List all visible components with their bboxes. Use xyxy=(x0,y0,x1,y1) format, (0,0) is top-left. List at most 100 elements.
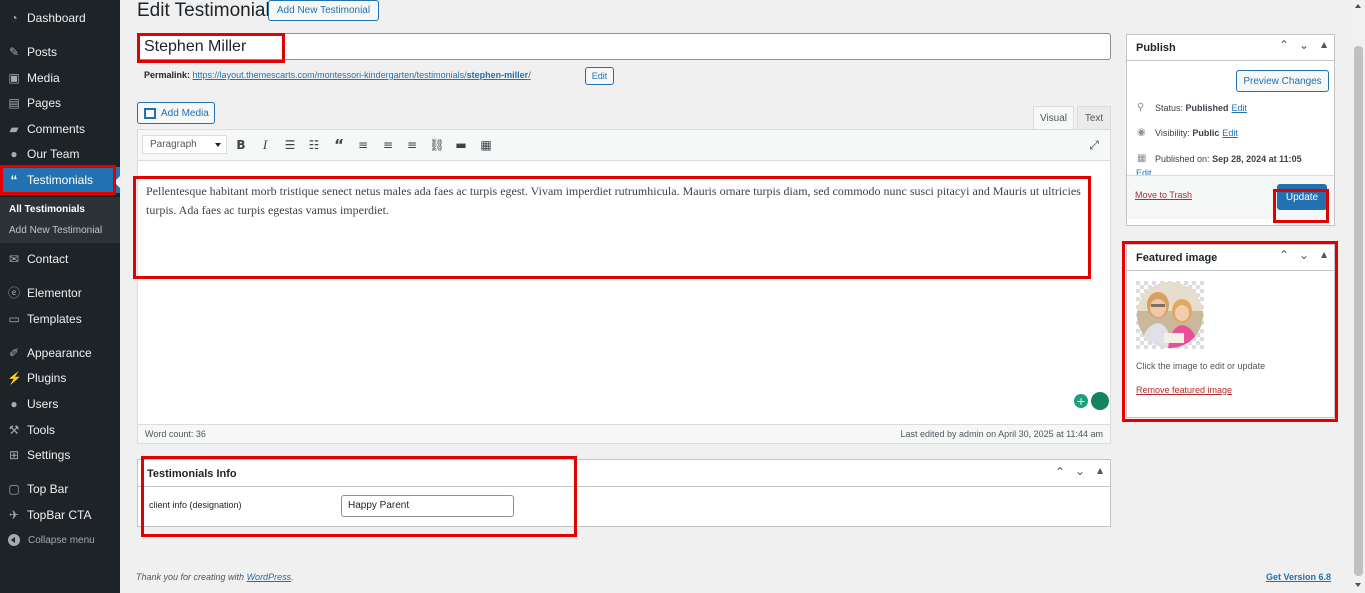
fullscreen-icon[interactable]: ⤢ xyxy=(1086,137,1102,153)
add-media-icon xyxy=(144,107,156,119)
visibility-edit-link[interactable]: Edit xyxy=(1222,128,1238,138)
elementor-icon: ⓔ xyxy=(7,286,20,300)
toolbar-toggle-icon[interactable]: ▦ xyxy=(478,137,494,153)
tab-visual[interactable]: Visual xyxy=(1033,106,1074,129)
publish-panel: Publish ⌃ ⌄ ▲ Preview Changes ⚲ Status: … xyxy=(1126,34,1335,226)
publish-header: Publish ⌃ ⌄ ▲ xyxy=(1127,35,1334,61)
get-version-link[interactable]: Get Version 6.8 xyxy=(1266,572,1331,582)
blockquote-icon[interactable]: “ xyxy=(331,137,347,153)
align-right-icon[interactable]: ≡ xyxy=(404,137,420,153)
link-icon[interactable]: ⛓ xyxy=(429,137,445,153)
brush-icon: ✐ xyxy=(8,346,20,360)
remove-featured-image-link[interactable]: Remove featured image xyxy=(1136,385,1232,395)
bullet-list-icon[interactable]: ☰ xyxy=(282,137,298,153)
submenu-all-testimonials[interactable]: All Testimonials xyxy=(9,204,85,215)
editor-content[interactable]: Pellentesque habitant morb tristique sen… xyxy=(146,182,1091,220)
sidebar-item-label: Posts xyxy=(27,45,58,59)
move-up-icon[interactable]: ⌃ xyxy=(1055,465,1065,479)
format-select[interactable]: Paragraph xyxy=(142,135,227,154)
update-button[interactable]: Update xyxy=(1277,184,1327,210)
permalink-base: https://layout.themescarts.com/montessor… xyxy=(192,70,467,80)
page-title: Edit Testimonial xyxy=(137,0,270,21)
page-scrollbar[interactable] xyxy=(1352,0,1365,593)
sidebar-item-settings[interactable]: ⊞ Settings xyxy=(0,442,120,468)
sidebar-item-pages[interactable]: ▤ Pages xyxy=(0,90,120,116)
toggle-panel-icon[interactable]: ▲ xyxy=(1321,250,1327,259)
scroll-up-icon[interactable] xyxy=(1355,4,1361,8)
toggle-panel-icon[interactable]: ▲ xyxy=(1321,40,1327,49)
sidebar-item-users[interactable]: ● Users xyxy=(0,391,120,417)
permalink-link[interactable]: https://layout.themescarts.com/montessor… xyxy=(193,70,531,80)
numbered-list-icon[interactable]: ☷ xyxy=(306,137,322,153)
move-down-icon[interactable]: ⌄ xyxy=(1075,464,1085,478)
read-more-icon[interactable]: ▬ xyxy=(453,137,469,153)
permalink-edit-button[interactable]: Edit xyxy=(585,67,614,85)
move-to-trash-link[interactable]: Move to Trash xyxy=(1135,190,1192,200)
sidebar-item-tools[interactable]: ⚒ Tools xyxy=(0,417,120,443)
folder-icon: ▭ xyxy=(8,312,20,326)
preview-changes-button[interactable]: Preview Changes xyxy=(1236,70,1329,92)
toggle-panel-icon[interactable]: ▲ xyxy=(1097,466,1103,475)
plugin-icon: ⚡ xyxy=(7,371,22,385)
align-left-icon[interactable]: ≡ xyxy=(355,137,371,153)
sidebar-item-label: Tools xyxy=(27,423,56,437)
sidebar-item-plugins[interactable]: ⚡ Plugins xyxy=(0,365,120,391)
submenu-add-new-testimonial[interactable]: Add New Testimonial xyxy=(9,225,102,236)
sidebar-item-our-team[interactable]: ● Our Team xyxy=(0,141,120,167)
sidebar-item-testimonials[interactable]: “ Testimonials xyxy=(0,167,121,193)
move-down-icon[interactable]: ⌄ xyxy=(1299,38,1309,52)
grammar-assistant-icon[interactable]: + xyxy=(1070,390,1110,412)
sidebar-item-comments[interactable]: ▰ Comments xyxy=(0,116,120,142)
wrench-icon: ⚒ xyxy=(8,423,20,437)
testimonials-submenu: All Testimonials Add New Testimonial xyxy=(0,197,120,243)
move-up-icon[interactable]: ⌃ xyxy=(1279,38,1289,52)
featured-image-title: Featured image xyxy=(1136,252,1218,264)
featured-image-panel: Featured image ⌃ ⌄ ▲ Click the image to … xyxy=(1126,244,1335,418)
post-title-input[interactable]: Stephen Miller xyxy=(137,33,1111,60)
italic-icon[interactable]: I xyxy=(257,137,273,153)
sidebar-item-label: Elementor xyxy=(27,286,82,300)
client-info-label: client info (designation) xyxy=(149,500,242,510)
sidebar-item-label: Our Team xyxy=(27,147,80,161)
calendar-icon: ▦ xyxy=(1137,153,1147,164)
footer-suffix: . xyxy=(291,572,294,582)
bold-icon[interactable]: B xyxy=(233,137,249,153)
collapse-menu-button[interactable]: Collapse menu xyxy=(0,531,120,549)
status-label: Status: xyxy=(1155,102,1184,113)
featured-image-photo xyxy=(1136,281,1204,349)
sidebar-item-contact[interactable]: ✉ Contact xyxy=(0,246,120,272)
admin-sidebar: ◔ Dashboard ✎ Posts ▣ Media ▤ Pages ▰ Comment… xyxy=(0,0,121,593)
sidebar-item-appearance[interactable]: ✐ Appearance xyxy=(0,340,120,366)
sidebar-item-topbar-cta[interactable]: ✈ TopBar CTA xyxy=(0,502,120,528)
permalink-tail: / xyxy=(528,70,531,80)
sidebar-item-elementor[interactable]: ⓔ Elementor xyxy=(0,280,120,306)
add-new-testimonial-button[interactable]: Add New Testimonial xyxy=(268,0,379,21)
move-up-icon[interactable]: ⌃ xyxy=(1279,248,1289,262)
media-icon: ▣ xyxy=(8,71,20,85)
sidebar-item-top-bar[interactable]: ▢ Top Bar xyxy=(0,476,120,502)
wordpress-link[interactable]: WordPress xyxy=(247,572,292,582)
sidebar-item-media[interactable]: ▣ Media xyxy=(0,65,120,91)
tab-text[interactable]: Text xyxy=(1077,106,1111,129)
last-edited: Last edited by admin on April 30, 2025 a… xyxy=(900,429,1103,439)
visibility-value: Public xyxy=(1192,127,1220,138)
sidebar-item-label: Testimonials xyxy=(27,173,94,187)
window-icon: ▢ xyxy=(8,482,20,496)
align-center-icon[interactable]: ≡ xyxy=(380,137,396,153)
scroll-thumb[interactable] xyxy=(1354,46,1363,576)
featured-image-thumbnail[interactable] xyxy=(1136,281,1204,349)
permalink-slug: stephen-miller xyxy=(466,70,529,80)
sidebar-item-posts[interactable]: ✎ Posts xyxy=(0,39,120,65)
status-edit-link[interactable]: Edit xyxy=(1232,103,1248,113)
client-info-input[interactable]: Happy Parent xyxy=(341,495,514,517)
move-down-icon[interactable]: ⌄ xyxy=(1299,248,1309,262)
add-media-button[interactable]: Add Media xyxy=(137,102,215,124)
publish-title: Publish xyxy=(1136,42,1176,54)
scroll-down-icon[interactable] xyxy=(1355,583,1361,587)
visibility-row: ◉ Visibility: Public Edit xyxy=(1137,127,1238,138)
sidebar-item-templates[interactable]: ▭ Templates xyxy=(0,306,120,332)
collapse-label: Collapse menu xyxy=(28,534,95,546)
mail-icon: ✉ xyxy=(8,252,20,266)
sidebar-item-dashboard[interactable]: ◔ Dashboard xyxy=(0,5,120,31)
add-media-label: Add Media xyxy=(161,107,209,119)
